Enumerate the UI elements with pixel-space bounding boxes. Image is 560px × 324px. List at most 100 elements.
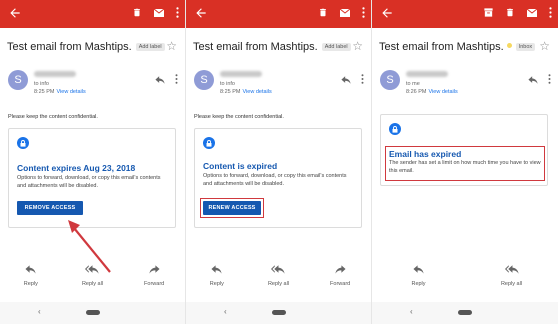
recipient-line: to me: [406, 81, 420, 87]
system-nav-bar: ‹: [186, 302, 371, 324]
confidential-card: Content is expired Options to forward, d…: [194, 128, 362, 228]
email-panel-1: Test email from Mashtips. Add label ☆ S t…: [0, 0, 186, 324]
sender-name-blurred: [34, 71, 76, 77]
card-title: Content is expired: [203, 161, 278, 171]
email-subject: Test email from Mashtips.: [379, 41, 504, 53]
sender-name-blurred: [220, 71, 262, 77]
forward-label: Forward: [144, 281, 165, 287]
screenshot-collage: Test email from Mashtips. Add label ☆ S t…: [0, 0, 560, 324]
avatar[interactable]: S: [194, 70, 214, 90]
view-details-link[interactable]: View details: [428, 89, 457, 95]
more-vert-icon[interactable]: [362, 7, 365, 18]
sender-name-blurred: [406, 71, 448, 77]
time-line: 8:26 PM View details: [406, 89, 458, 95]
forward-label: Forward: [330, 281, 351, 287]
nav-back-icon[interactable]: ‹: [38, 307, 41, 316]
mail-icon[interactable]: [339, 8, 351, 18]
email-panel-3: Test email from Mashtips. Inbox ☆ S to me…: [372, 0, 558, 324]
reply-all-action[interactable]: Reply all: [487, 262, 537, 298]
sender-row: S to me 8:26 PM View details: [372, 68, 558, 106]
reply-action[interactable]: Reply: [394, 262, 444, 298]
reply-all-icon: [67, 262, 117, 276]
sent-time: 8:26 PM: [406, 89, 427, 95]
nav-home-pill[interactable]: [272, 310, 286, 315]
bottom-actions: Reply Reply all Forward: [186, 262, 371, 298]
inbox-label-chip[interactable]: Inbox: [515, 43, 536, 51]
reply-all-action[interactable]: Reply all: [67, 262, 117, 298]
sender-row: S to info 8:25 PM View details: [186, 68, 371, 106]
card-description: Options to forward, download, or copy th…: [203, 173, 347, 187]
email-subject: Test email from Mashtips.: [7, 41, 132, 53]
reply-all-label: Reply all: [267, 281, 290, 287]
avatar[interactable]: S: [380, 70, 400, 90]
bottom-actions: Reply Reply all: [372, 262, 558, 298]
recipient-line: to info: [34, 81, 49, 87]
email-panel-2: Test email from Mashtips. Add label ☆ S t…: [186, 0, 372, 324]
body-text: Please keep the content confidential.: [194, 114, 284, 120]
reply-all-label: Reply all: [500, 281, 523, 287]
more-vert-icon[interactable]: [175, 71, 178, 89]
forward-action[interactable]: Forward: [315, 262, 365, 298]
reply-icon[interactable]: [528, 71, 538, 89]
nav-back-icon[interactable]: ‹: [410, 307, 413, 316]
nav-home-pill[interactable]: [86, 310, 100, 315]
recipient-line: to info: [220, 81, 235, 87]
email-subject: Test email from Mashtips.: [193, 41, 318, 53]
delete-icon[interactable]: [318, 7, 328, 18]
reply-action[interactable]: Reply: [192, 262, 242, 298]
delete-icon[interactable]: [505, 7, 515, 18]
back-arrow-icon[interactable]: [194, 6, 210, 22]
forward-action[interactable]: Forward: [129, 262, 179, 298]
reply-icon: [6, 262, 56, 276]
importance-marker-icon[interactable]: [506, 43, 512, 48]
time-line: 8:25 PM View details: [220, 89, 272, 95]
sent-time: 8:25 PM: [220, 89, 241, 95]
reply-label: Reply: [23, 281, 38, 287]
reply-icon[interactable]: [341, 71, 351, 89]
more-vert-icon[interactable]: [176, 7, 179, 18]
archive-icon[interactable]: [483, 7, 494, 18]
view-details-link[interactable]: View details: [56, 89, 85, 95]
forward-icon: [315, 262, 365, 276]
bottom-actions: Reply Reply all Forward: [0, 262, 185, 298]
star-icon[interactable]: ☆: [166, 39, 177, 53]
highlight-box: [200, 198, 264, 218]
lock-clock-icon: [203, 137, 215, 149]
time-line: 8:25 PM View details: [34, 89, 86, 95]
reply-icon: [192, 262, 242, 276]
more-vert-icon[interactable]: [548, 71, 551, 89]
reply-action[interactable]: Reply: [6, 262, 56, 298]
back-arrow-icon[interactable]: [380, 6, 396, 22]
reply-icon[interactable]: [155, 71, 165, 89]
sender-row: S to info 8:25 PM View details: [0, 68, 185, 106]
delete-icon[interactable]: [132, 7, 142, 18]
subject-row: Test email from Mashtips. Add label ☆: [0, 28, 185, 68]
reply-all-action[interactable]: Reply all: [253, 262, 303, 298]
app-bar: [186, 0, 371, 28]
view-details-link[interactable]: View details: [242, 89, 271, 95]
mail-icon[interactable]: [153, 8, 165, 18]
subject-row: Test email from Mashtips. Add label ☆: [186, 28, 371, 68]
reply-all-icon: [487, 262, 537, 276]
add-label-chip[interactable]: Add label: [321, 43, 351, 51]
forward-icon: [129, 262, 179, 276]
back-arrow-icon[interactable]: [8, 6, 24, 22]
app-bar: [372, 0, 558, 28]
mail-icon[interactable]: [526, 8, 538, 18]
app-bar: [0, 0, 185, 28]
star-icon[interactable]: ☆: [352, 39, 363, 53]
reply-all-icon: [253, 262, 303, 276]
nav-back-icon[interactable]: ‹: [224, 307, 227, 316]
system-nav-bar: ‹: [0, 302, 185, 324]
system-nav-bar: ‹: [372, 302, 558, 324]
add-label-chip[interactable]: Add label: [135, 43, 165, 51]
nav-home-pill[interactable]: [458, 310, 472, 315]
star-icon[interactable]: ☆: [539, 39, 550, 53]
avatar[interactable]: S: [8, 70, 28, 90]
more-vert-icon[interactable]: [549, 7, 552, 18]
highlight-box: [385, 146, 545, 181]
body-text: Please keep the content confidential.: [8, 114, 98, 120]
more-vert-icon[interactable]: [361, 71, 364, 89]
reply-label: Reply: [411, 281, 426, 287]
reply-label: Reply: [209, 281, 224, 287]
